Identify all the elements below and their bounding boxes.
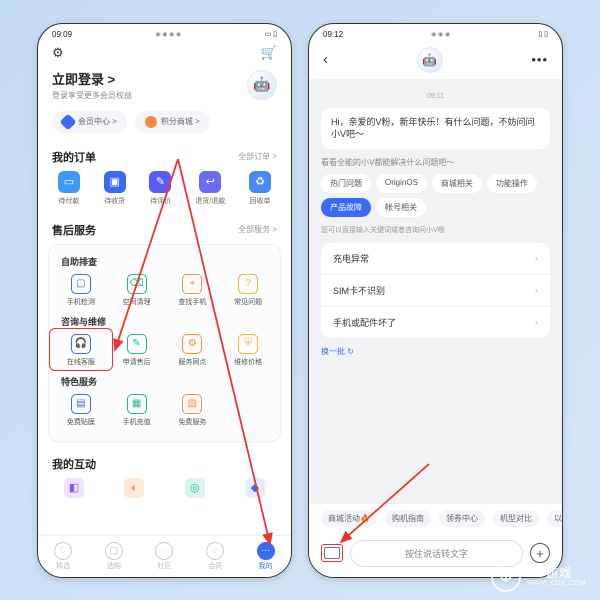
- back-icon[interactable]: ‹: [323, 51, 328, 68]
- quick-q-broken[interactable]: 手机或配件坏了›: [321, 307, 550, 338]
- online-service[interactable]: 🎧在线客服: [53, 334, 109, 367]
- tab-shop[interactable]: ▢选购: [105, 542, 123, 571]
- tabbar: ♡精选 ▢选购 ◌社区 ♢会员 ⋯我的: [38, 535, 291, 577]
- chip-account[interactable]: 帐号相关: [376, 198, 426, 217]
- points-mall-pill[interactable]: 积分商城 >: [135, 111, 210, 133]
- cart-icon[interactable]: 🛒: [261, 45, 277, 61]
- tab-mine[interactable]: ⋯我的: [257, 542, 275, 571]
- input-hint: 您可以直接输入关键词或者咨询问小V哦: [321, 225, 550, 235]
- watermark-logo-icon: Φ: [491, 562, 521, 592]
- sug-more[interactable]: 以: [547, 510, 562, 527]
- interact-header: 我的互动: [38, 450, 291, 478]
- interact-2[interactable]: ◐: [124, 478, 144, 498]
- login-subtitle: 登录享受更多会员权益: [52, 90, 132, 101]
- service-all-link[interactable]: 全部服务 >: [238, 224, 277, 235]
- status-icons: ◉ ◉ ◉: [431, 31, 450, 38]
- orders-title: 我的订单: [52, 149, 96, 165]
- tab-featured[interactable]: ♡精选: [54, 542, 72, 571]
- chat-avatar: 🤖: [417, 47, 443, 73]
- login-link[interactable]: 立即登录 >: [52, 69, 132, 88]
- chat-body: 09:11 Hi，亲爱的V粉，新年快乐！有什么问题，不妨问问小V吧～ 看看全能的…: [309, 79, 562, 503]
- chip-mall[interactable]: 商城相关: [432, 174, 482, 193]
- orders-header: 我的订单 全部订单 >: [38, 143, 291, 171]
- interact-3[interactable]: ◎: [185, 478, 205, 498]
- phone-left: 09:09 ◉ ◉ ◉ ◉ ▭ ▯ ⚙ 🛒 立即登录 > 登录享受更多会员权益 …: [37, 23, 292, 578]
- sug-compare[interactable]: 机型对比: [493, 510, 539, 527]
- chip-fault[interactable]: 产品故障: [321, 198, 371, 217]
- plus-icon[interactable]: +: [530, 543, 550, 563]
- status-icons: ◉ ◉ ◉ ◉: [155, 31, 181, 38]
- keyboard-icon[interactable]: [321, 544, 343, 562]
- suggestion-row: 商城活动🔥 购机指南 领券中心 机型对比 以: [309, 503, 562, 533]
- tab-community[interactable]: ◌社区: [155, 542, 173, 571]
- order-row: ▭待付款 ▣待收货 ✎待评价 ↩退货/退款 ♻回收单: [38, 171, 291, 216]
- space-clean[interactable]: ⌫空间清理: [109, 274, 165, 307]
- order-pending-receive[interactable]: ▣待收货: [104, 171, 126, 206]
- statusbar: 09:12 ◉ ◉ ◉ ▯ ▯: [309, 24, 562, 41]
- chat-timestamp: 09:11: [321, 93, 550, 100]
- sug-coupon[interactable]: 领券中心: [439, 510, 485, 527]
- free-film[interactable]: ▤免费贴膜: [53, 394, 109, 427]
- status-time: 09:09: [52, 30, 72, 39]
- login-row: 立即登录 > 登录享受更多会员权益 🤖: [38, 65, 291, 111]
- chip-hot[interactable]: 热门问题: [321, 174, 371, 193]
- special-title: 特色服务: [53, 373, 276, 394]
- member-center-pill[interactable]: 会员中心 >: [52, 111, 127, 133]
- service-point[interactable]: ⚙服务网点: [165, 334, 221, 367]
- quick-questions: 充电异常› SIM卡不识别› 手机或配件坏了›: [321, 243, 550, 338]
- order-pending-review[interactable]: ✎待评价: [149, 171, 171, 206]
- order-pending-pay[interactable]: ▭待付款: [58, 171, 80, 206]
- tab-member[interactable]: ♢会员: [206, 542, 224, 571]
- status-time: 09:12: [323, 30, 343, 39]
- interact-4[interactable]: ◆: [245, 478, 265, 498]
- apply-aftersale[interactable]: ✎申请售后: [109, 334, 165, 367]
- phone-detect[interactable]: ▢手机检测: [53, 274, 109, 307]
- interact-row: ◧ ◐ ◎ ◆: [38, 478, 291, 504]
- find-phone[interactable]: ⌖查找手机: [165, 274, 221, 307]
- quick-q-sim[interactable]: SIM卡不识别›: [321, 275, 550, 307]
- avatar[interactable]: 🤖: [247, 70, 277, 100]
- faq[interactable]: ?常见问题: [220, 274, 276, 307]
- order-recycle[interactable]: ♻回收单: [249, 171, 271, 206]
- refresh-link[interactable]: 换一批 ↻: [321, 346, 550, 357]
- interact-title: 我的互动: [52, 456, 96, 472]
- sug-guide[interactable]: 购机指南: [385, 510, 431, 527]
- quick-q-charge[interactable]: 充电异常›: [321, 243, 550, 275]
- status-right: ▭ ▯: [265, 30, 277, 38]
- statusbar: 09:09 ◉ ◉ ◉ ◉ ▭ ▯: [38, 24, 291, 41]
- chat-header: ‹ 🤖 •••: [309, 41, 562, 79]
- repair-price[interactable]: ⛨维修价格: [220, 334, 276, 367]
- settings-icon[interactable]: ⚙: [52, 45, 64, 61]
- sug-activity[interactable]: 商城活动🔥: [321, 510, 377, 527]
- header: ⚙ 🛒: [38, 41, 291, 65]
- free-service[interactable]: ▧免费服务: [165, 394, 221, 427]
- phone-right: 09:12 ◉ ◉ ◉ ▯ ▯ ‹ 🤖 ••• 09:11 Hi，亲爱的V粉，新…: [308, 23, 563, 578]
- greeting-message: Hi，亲爱的V粉，新年快乐！有什么问题，不妨问问小V吧～: [321, 108, 550, 149]
- selfcheck-title: 自助排查: [53, 253, 276, 274]
- status-right: ▯ ▯: [538, 30, 548, 38]
- orders-all-link[interactable]: 全部订单 >: [238, 151, 277, 162]
- phone-recharge[interactable]: ▦手机充值: [109, 394, 165, 427]
- service-header: 售后服务 全部服务 >: [38, 216, 291, 244]
- interact-1[interactable]: ◧: [64, 478, 84, 498]
- watermark: Φ CD游戏WWW.CD6.COM: [491, 562, 586, 592]
- help-prompt: 看看全能的小V都能解决什么问题吧～: [321, 157, 550, 168]
- order-refund[interactable]: ↩退货/退款: [195, 171, 225, 206]
- service-panel: 自助排查 ▢手机检测 ⌫空间清理 ⌖查找手机 ?常见问题 咨询与维修 🎧在线客服…: [48, 244, 281, 442]
- chip-originos[interactable]: OriginOS: [376, 174, 427, 193]
- pill-row: 会员中心 > 积分商城 >: [38, 111, 291, 143]
- more-icon[interactable]: •••: [531, 52, 548, 67]
- chip-function[interactable]: 功能操作: [487, 174, 537, 193]
- chip-row: 热门问题 OriginOS 商城相关 功能操作 产品故障 帐号相关: [321, 174, 550, 217]
- service-title: 售后服务: [52, 222, 96, 238]
